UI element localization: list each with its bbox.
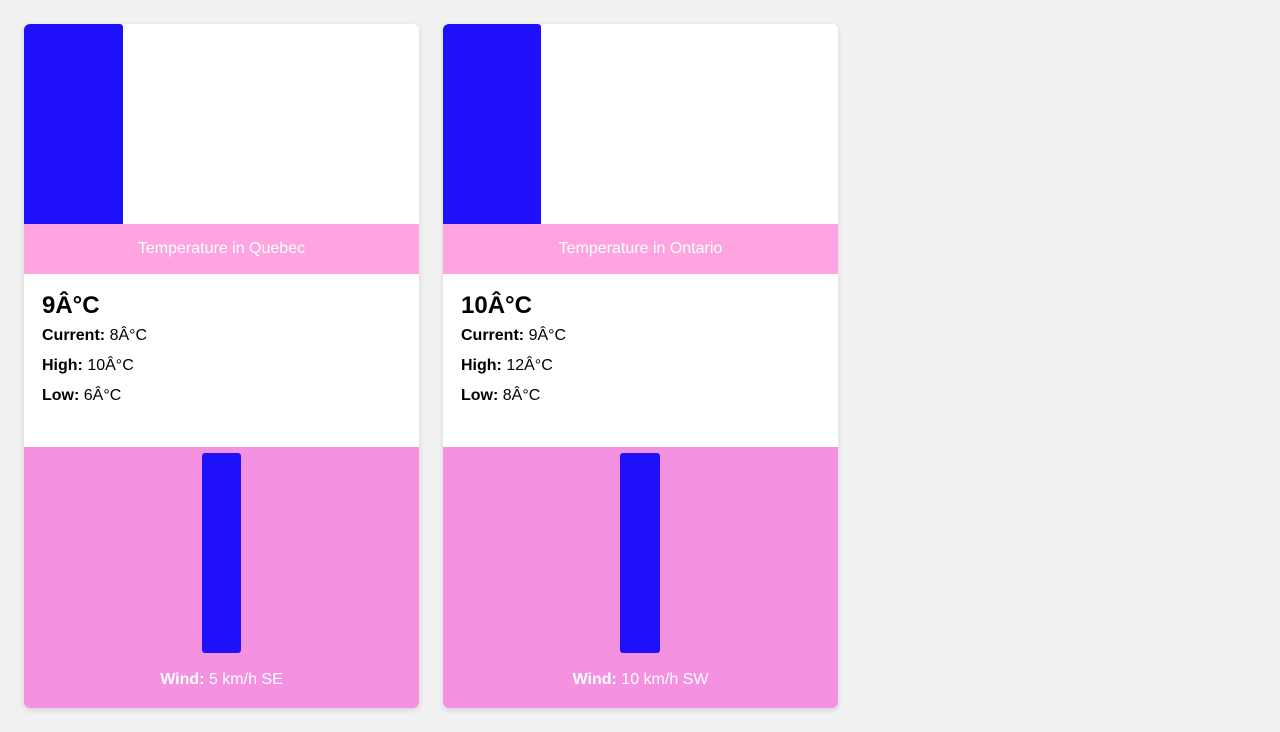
current-label: Current: xyxy=(461,327,525,344)
high-label: High: xyxy=(461,357,502,374)
high-label: High: xyxy=(42,357,83,374)
low-label: Low: xyxy=(461,387,499,404)
low-label: Low: xyxy=(42,387,80,404)
wind-section: Wind: 5 km/h SE xyxy=(24,447,419,708)
low-value: 6Â°C xyxy=(83,387,122,404)
card-title: Temperature in Quebec xyxy=(24,224,419,274)
high-row: High: 10Â°C xyxy=(42,356,401,376)
low-row: Low: 8Â°C xyxy=(461,386,820,406)
wind-bar xyxy=(202,453,241,653)
low-value: 8Â°C xyxy=(502,387,541,404)
temperature-value: 9Â°C xyxy=(42,292,100,319)
wind-bar xyxy=(620,453,660,653)
temperature-graphic xyxy=(443,24,838,224)
current-label: Current: xyxy=(42,327,106,344)
weather-card-quebec: Temperature in Quebec 9Â°C Current: 8Â°C… xyxy=(24,24,419,708)
wind-row: Wind: 5 km/h SE xyxy=(24,671,419,689)
wind-label: Wind: xyxy=(572,671,617,688)
high-value: 10Â°C xyxy=(87,357,134,374)
wind-value: 5 km/h SE xyxy=(208,671,283,688)
temperature-info: 9Â°C Current: 8Â°C High: 10Â°C Low: 6Â°C xyxy=(24,274,419,447)
current-row: Current: 8Â°C xyxy=(42,326,401,346)
wind-label: Wind: xyxy=(160,671,205,688)
wind-value: 10 km/h SW xyxy=(621,671,709,688)
current-value: 9Â°C xyxy=(528,327,567,344)
weather-cards: Temperature in Quebec 9Â°C Current: 8Â°C… xyxy=(24,24,838,708)
wind-row: Wind: 10 km/h SW xyxy=(443,671,838,689)
temperature-graphic xyxy=(24,24,419,224)
high-row: High: 12Â°C xyxy=(461,356,820,376)
temperature-value: 10Â°C xyxy=(461,292,532,319)
current-row: Current: 9Â°C xyxy=(461,326,820,346)
temperature-bar xyxy=(24,24,123,224)
temperature-bar xyxy=(443,24,541,224)
wind-section: Wind: 10 km/h SW xyxy=(443,447,838,708)
low-row: Low: 6Â°C xyxy=(42,386,401,406)
card-title: Temperature in Ontario xyxy=(443,224,838,274)
temperature-info: 10Â°C Current: 9Â°C High: 12Â°C Low: 8Â°… xyxy=(443,274,838,447)
current-value: 8Â°C xyxy=(109,327,148,344)
high-value: 12Â°C xyxy=(506,357,553,374)
weather-card-ontario: Temperature in Ontario 10Â°C Current: 9Â… xyxy=(443,24,838,708)
